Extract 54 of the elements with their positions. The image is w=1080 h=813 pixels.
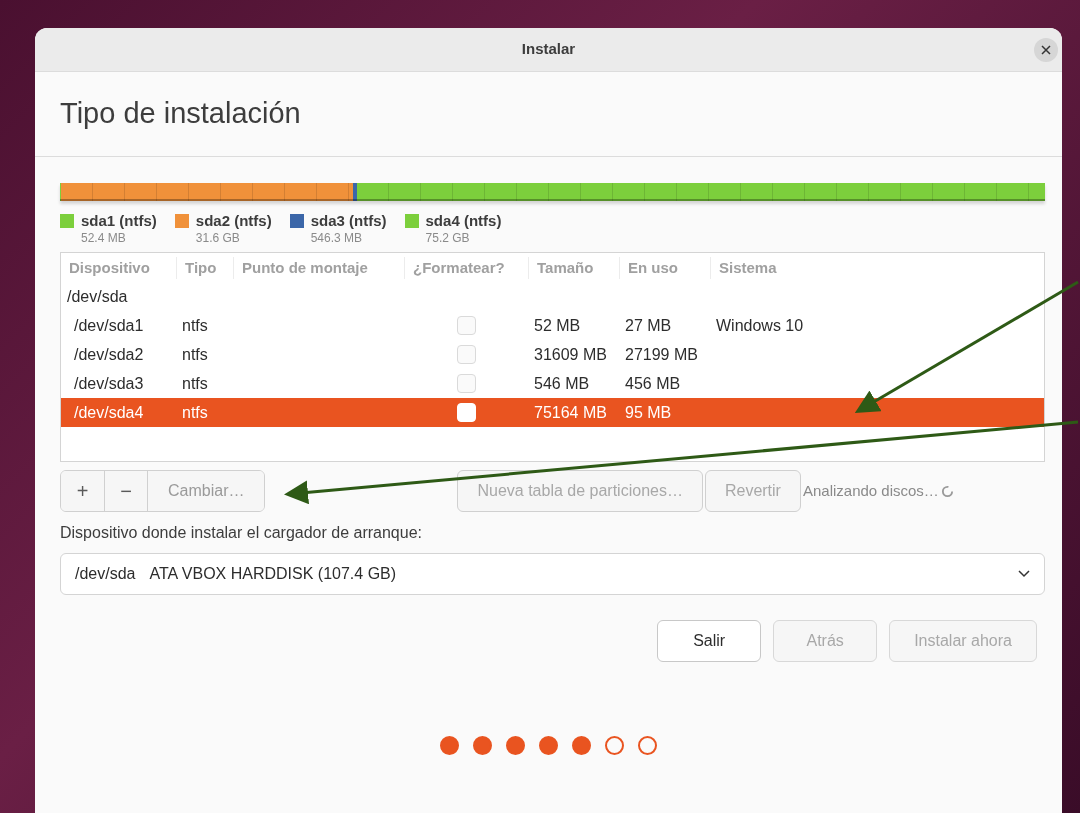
partition-row[interactable]: /dev/sda2 ntfs 31609 MB 27199 MB: [61, 340, 1044, 369]
partition-name: sda3 (ntfs): [310, 211, 387, 231]
table-cell-text: 546 MB: [533, 373, 591, 394]
page-heading: Tipo de instalación: [60, 96, 301, 132]
partition-row[interactable]: /dev/sda3 ntfs 546 MB 456 MB: [61, 369, 1044, 398]
chevron-down-icon: [1018, 570, 1030, 578]
partition-name: sda2 (ntfs): [195, 211, 272, 231]
partition-name: sda1 (ntfs): [81, 211, 157, 231]
partition-edit-button[interactable]: +: [61, 471, 104, 511]
partition-size: 546.3 MB: [310, 231, 364, 246]
spinner-icon: [940, 484, 954, 498]
table-cell-text: /dev/sda1: [73, 315, 145, 336]
table-cell-text: 27 MB: [624, 315, 673, 336]
device-description: ATA VBOX HARDDISK (107.4 GB): [149, 564, 397, 584]
column-header[interactable]: ¿Formatear?: [404, 256, 528, 280]
table-cell-text: /dev/sda3: [73, 373, 145, 394]
format-checkbox[interactable]: [456, 374, 476, 393]
table-cell-text: 31609 MB: [533, 344, 608, 365]
column-header[interactable]: Sistema: [710, 256, 1044, 280]
table-cell-text: Windows 10: [715, 315, 804, 336]
partition-row[interactable]: /dev/sda1 ntfs 52 MB 27 MB Windows 10: [61, 311, 1044, 340]
table-cell-text: ntfs: [181, 344, 209, 365]
device-path: /dev/sda: [75, 564, 136, 584]
partition-edit-button[interactable]: −: [104, 471, 147, 511]
table-cell-text: ntfs: [181, 373, 209, 394]
column-header[interactable]: Tipo: [176, 256, 233, 280]
bootloader-label: Dispositivo donde instalar el cargador de arranque:: [60, 523, 423, 543]
column-header[interactable]: Dispositivo: [61, 256, 176, 280]
status-text: Analizando discos…: [802, 480, 939, 501]
table-cell-text: 75164 MB: [533, 402, 608, 423]
window-title: Instalar: [521, 39, 576, 60]
partition-row[interactable]: /dev/sda4 ntfs 75164 MB 95 MB: [61, 398, 1044, 427]
table-cell-text: 95 MB: [624, 402, 673, 423]
table-cell-text: ntfs: [181, 402, 209, 423]
column-header[interactable]: En uso: [619, 256, 710, 280]
format-checkbox[interactable]: [456, 345, 476, 364]
wizard-button[interactable]: Salir: [657, 620, 762, 662]
format-checkbox[interactable]: [456, 316, 476, 335]
column-header[interactable]: Punto de montaje: [233, 256, 404, 280]
table-cell-text: ntfs: [181, 315, 209, 336]
bootloader-dropdown[interactable]: /dev/sda ATA VBOX HARDDISK (107.4 GB): [60, 553, 1045, 595]
column-header[interactable]: Tamaño: [528, 256, 619, 280]
table-cell-text: 456 MB: [624, 373, 682, 394]
partition-size: 75.2 GB: [425, 231, 471, 246]
table-cell-text: 27199 MB: [624, 344, 699, 365]
partition-size: 52.4 MB: [81, 231, 127, 246]
table-cell-text: /dev/sda2: [73, 344, 145, 365]
table-cell-text: 52 MB: [533, 315, 582, 336]
partition-name: sda4 (ntfs): [425, 211, 502, 231]
partition-size: 31.6 GB: [195, 231, 241, 246]
close-button[interactable]: [1034, 38, 1058, 62]
close-icon: [1041, 45, 1051, 55]
table-cell-text: /dev/sda4: [73, 402, 145, 423]
disk-name[interactable]: /dev/sda: [67, 285, 128, 309]
